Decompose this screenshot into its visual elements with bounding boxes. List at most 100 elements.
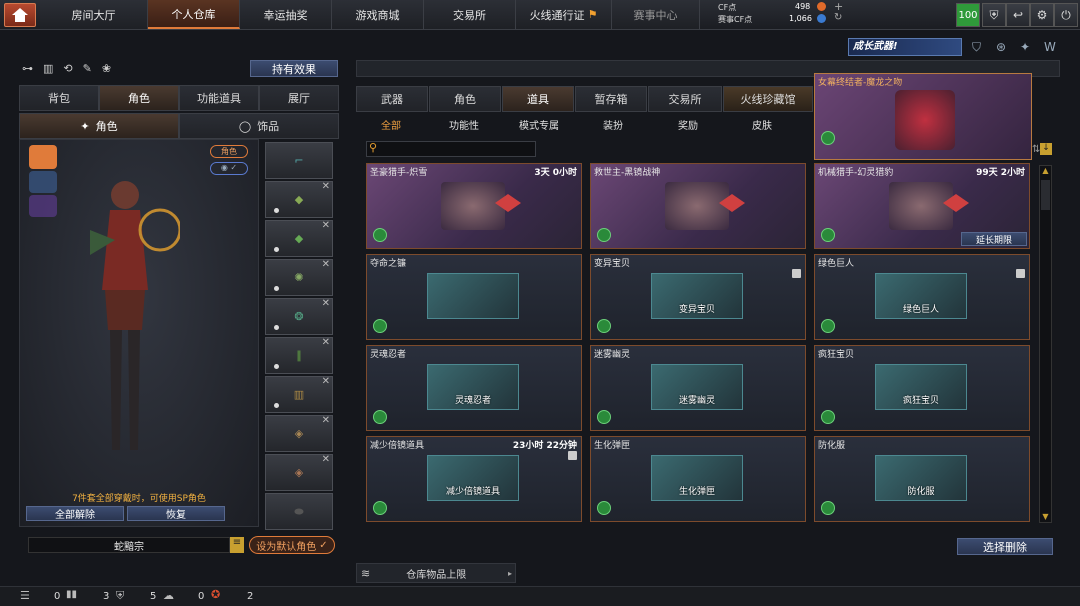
bag-icon[interactable]: ▮▮	[66, 589, 77, 600]
gear-icon[interactable]: ⚙	[1030, 3, 1054, 27]
sort-icon[interactable]: ↓	[1040, 143, 1052, 155]
equip-icon[interactable]	[597, 319, 611, 333]
close-icon[interactable]: ✕	[322, 220, 330, 231]
close-icon[interactable]: ✕	[322, 298, 330, 309]
close-icon[interactable]: ✕	[322, 376, 330, 387]
tab-trade[interactable]: 交易所	[648, 86, 722, 112]
close-icon[interactable]: ✕	[322, 181, 330, 192]
list-icon[interactable]: ☰	[20, 589, 30, 602]
equip-icon[interactable]	[597, 501, 611, 515]
gift-icon[interactable]: ✪	[211, 588, 220, 601]
equip-icon[interactable]	[597, 228, 611, 242]
subtab-all[interactable]: 全部	[355, 114, 427, 134]
tab-backpack[interactable]: 背包	[19, 85, 99, 111]
tab-props[interactable]: 道具	[502, 86, 574, 112]
tab-game-mall[interactable]: 游戏商城	[332, 0, 424, 29]
item-card[interactable]: 变异宝贝 变异宝贝	[590, 254, 806, 340]
item-card[interactable]: 夺命之镰	[366, 254, 582, 340]
character-form-icon-2[interactable]	[29, 171, 57, 193]
item-card[interactable]: 疯狂宝贝 疯狂宝贝	[814, 345, 1030, 431]
eye-toggle-icon[interactable]: ◉ ✓	[210, 162, 248, 175]
chat-icon[interactable]: ☁	[163, 589, 174, 602]
tab-character[interactable]: 角色	[99, 85, 179, 111]
slot-belt[interactable]: ✕ ▥	[265, 376, 333, 413]
close-icon[interactable]: ✕	[322, 454, 330, 465]
refresh-icon[interactable]: ↻	[834, 12, 842, 23]
featured-card[interactable]: 女幕终结者-魔龙之吻	[814, 73, 1032, 160]
item-card[interactable]: 生化弹匣 生化弹匣	[590, 436, 806, 522]
warehouse-limit-bar[interactable]: ≋ 仓库物品上限 ▸	[356, 563, 516, 583]
close-icon[interactable]: ✕	[322, 259, 330, 270]
tab-event-center[interactable]: 赛事中心	[612, 0, 700, 29]
close-icon[interactable]: ✕	[322, 337, 330, 348]
rotate-icon[interactable]: ⟲	[63, 62, 72, 78]
search-input[interactable]	[366, 141, 536, 157]
subtab-costume[interactable]: 装扮	[577, 114, 649, 134]
item-card[interactable]: 圣豪猎手-炽雪 3天 0小时	[366, 163, 582, 249]
item-card[interactable]: 救世主-黑镜战神	[590, 163, 806, 249]
slot-weapon[interactable]: ⌐	[265, 142, 333, 179]
slot-helmet[interactable]: ✕ ◆	[265, 181, 333, 218]
equip-icon[interactable]	[821, 501, 835, 515]
subtab-mode-exclusive[interactable]: 模式专属	[503, 114, 575, 134]
equip-icon[interactable]	[373, 501, 387, 515]
scroll-down-icon[interactable]: ▼	[1040, 512, 1051, 522]
slot-gloves[interactable]: ✕ ◈	[265, 415, 333, 452]
equip-icon[interactable]	[597, 410, 611, 424]
tab-function-items[interactable]: 功能道具	[179, 85, 259, 111]
slot-empty[interactable]: ⬬	[265, 493, 333, 530]
slot-emblem[interactable]: ✕ ✺	[265, 259, 333, 296]
back-icon[interactable]: ↩	[1006, 3, 1030, 27]
menu-icon[interactable]: ≡	[230, 537, 244, 553]
scroll-up-icon[interactable]: ▲	[1040, 166, 1051, 176]
shield-small-icon[interactable]: ⛨	[116, 589, 124, 603]
item-card[interactable]: 防化服 防化服	[814, 436, 1030, 522]
character-badge[interactable]: 角色	[210, 145, 248, 158]
rabbit-icon[interactable]: ❀	[102, 62, 111, 78]
grow-weapon-banner[interactable]: 成长武器!	[848, 38, 962, 56]
subtab-accessory[interactable]: ◯ 饰品	[179, 113, 339, 139]
tab-exchange[interactable]: 交易所	[424, 0, 516, 29]
off-toggle-icon[interactable]: ⊶	[22, 62, 33, 78]
unequip-all-button[interactable]: 全部解除	[26, 506, 124, 521]
tab-battle-pass[interactable]: 火线通行证 ⚑	[516, 0, 612, 29]
item-card[interactable]: 机械猎手-幻灵猎豹 99天 2小时 延长期限	[814, 163, 1030, 249]
tab-collection-hall[interactable]: 火线珍藏馆	[723, 86, 813, 112]
home-icon[interactable]	[4, 3, 36, 27]
item-card[interactable]: 迷雾幽灵 迷雾幽灵	[590, 345, 806, 431]
character-form-icon-3[interactable]	[29, 195, 57, 217]
restore-button[interactable]: 恢复	[127, 506, 225, 521]
equip-icon[interactable]	[373, 319, 387, 333]
equip-icon[interactable]	[821, 319, 835, 333]
slot-pendant[interactable]: ✕ ∥	[265, 337, 333, 374]
subtab-skin[interactable]: 皮肤	[726, 114, 798, 134]
sort-toggle-icon[interactable]: ⇅	[1032, 144, 1040, 155]
subtab-functional[interactable]: 功能性	[428, 114, 500, 134]
scroll-thumb[interactable]	[1041, 180, 1050, 210]
rank-icon-4[interactable]: W	[1044, 40, 1056, 54]
tab-roles[interactable]: 角色	[429, 86, 501, 112]
equip-icon[interactable]	[373, 228, 387, 242]
close-icon[interactable]: ✕	[322, 415, 330, 426]
extend-expiry-button[interactable]: 延长期限	[961, 232, 1027, 246]
slot-mask[interactable]: ✕ ◆	[265, 220, 333, 257]
equip-icon[interactable]	[821, 228, 835, 242]
tab-personal-warehouse[interactable]: 个人仓库	[148, 0, 240, 29]
tab-weapons[interactable]: 武器	[356, 86, 428, 112]
power-icon[interactable]: ⏻	[1054, 3, 1078, 27]
subtab-reward[interactable]: 奖励	[652, 114, 724, 134]
stats-icon[interactable]: ▥	[43, 62, 53, 78]
tab-lucky-draw[interactable]: 幸运抽奖	[240, 0, 332, 29]
select-delete-button[interactable]: 选择删除	[957, 538, 1053, 555]
character-name-field[interactable]: 蛇黯宗	[28, 537, 230, 553]
shield-icon[interactable]: ⛨	[982, 3, 1006, 27]
scrollbar[interactable]: ▲ ▼	[1039, 165, 1052, 523]
dye-icon[interactable]: ✎	[83, 62, 92, 78]
equip-icon[interactable]	[373, 410, 387, 424]
tab-showroom[interactable]: 展厅	[259, 85, 339, 111]
subtab-character[interactable]: ✦ 角色	[19, 113, 179, 139]
equip-icon[interactable]	[821, 131, 835, 145]
character-form-icon-1[interactable]	[29, 145, 57, 169]
rank-icon-2[interactable]: ⊛	[996, 40, 1006, 54]
rank-icon-3[interactable]: ✦	[1020, 40, 1030, 54]
